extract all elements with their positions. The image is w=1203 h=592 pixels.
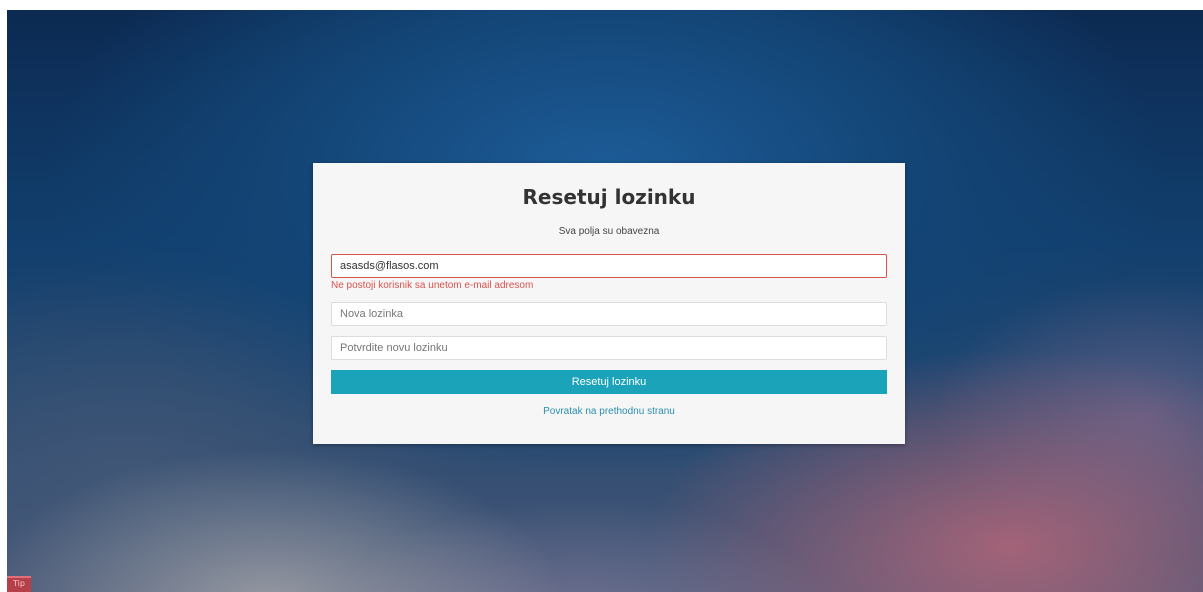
page-background: Resetuj lozinku Sva polja su obavezna Ne… (7, 10, 1203, 592)
new-password-group (331, 302, 887, 326)
confirm-password-field[interactable] (331, 336, 887, 360)
required-fields-note: Sva polja su obavezna (558, 226, 660, 237)
back-link[interactable]: Povratak na prethodnu stranu (331, 406, 887, 418)
page-title: Resetuj lozinku (522, 185, 696, 209)
email-error-message: Ne postoji korisnik sa unetom e-mail adr… (331, 280, 534, 291)
corner-widget-label: Tip (13, 579, 25, 588)
confirm-password-group (331, 336, 887, 360)
app-badge-icon[interactable]: Tip (7, 576, 31, 592)
email-field[interactable] (331, 254, 887, 278)
reset-password-card: Resetuj lozinku Sva polja su obavezna Ne… (313, 163, 905, 444)
reset-password-button[interactable]: Resetuj lozinku (331, 370, 887, 394)
new-password-field[interactable] (331, 302, 887, 326)
email-field-group: Ne postoji korisnik sa unetom e-mail adr… (331, 254, 887, 292)
